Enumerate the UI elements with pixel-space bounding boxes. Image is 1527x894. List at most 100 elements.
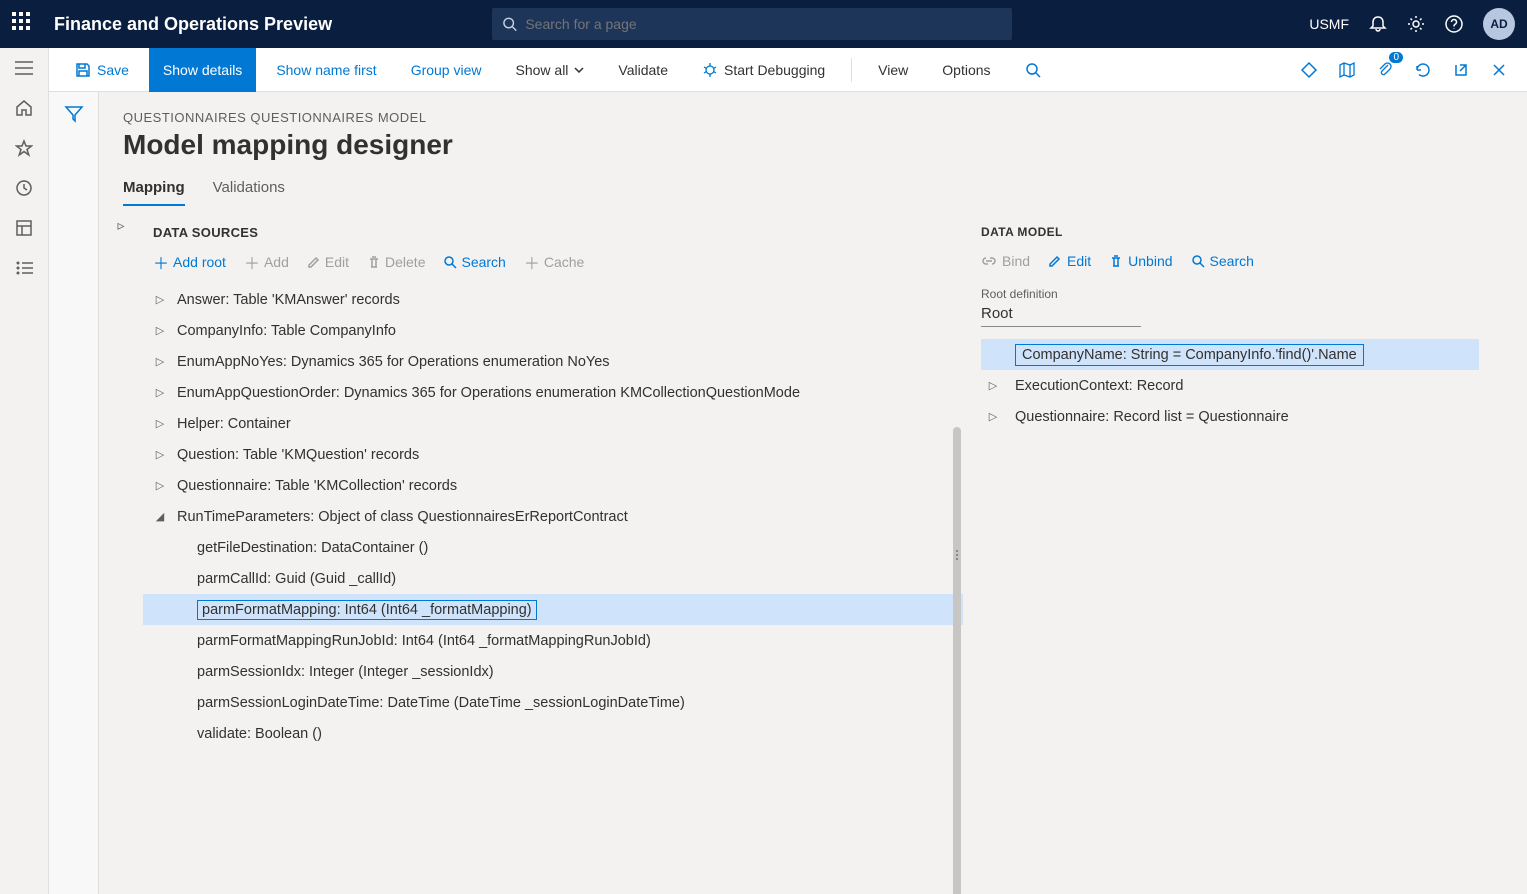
tree-node[interactable]: ▷EnumAppQuestionOrder: Dynamics 365 for …: [143, 377, 963, 408]
vertical-scrollbar[interactable]: [953, 427, 961, 894]
tree-node-label: Answer: Table 'KMAnswer' records: [177, 292, 400, 308]
settings-icon[interactable]: [1407, 15, 1425, 33]
tree-node-label: parmSessionIdx: Integer (Integer _sessio…: [197, 664, 494, 680]
refresh-icon[interactable]: [1407, 54, 1439, 86]
validate-button[interactable]: Validate: [604, 48, 682, 92]
validate-label: Validate: [618, 62, 668, 78]
recent-icon[interactable]: [14, 178, 34, 198]
show-details-button[interactable]: Show details: [149, 48, 256, 92]
tree-node-label: parmSessionLoginDateTime: DateTime (Date…: [197, 695, 685, 711]
expand-icon[interactable]: ▷: [153, 355, 167, 368]
tree-child-node[interactable]: parmFormatMappingRunJobId: Int64 (Int64 …: [143, 625, 963, 656]
global-search-input[interactable]: [525, 16, 1002, 32]
tree-node-label: CompanyInfo: Table CompanyInfo: [177, 323, 396, 339]
tree-node-label: Questionnaire: Record list = Questionnai…: [1015, 409, 1289, 425]
breadcrumb: QUESTIONNAIRES QUESTIONNAIRES MODEL: [123, 110, 1503, 125]
command-bar: Save Show details Show name first Group …: [49, 48, 1527, 92]
filter-strip: [49, 92, 99, 894]
expand-icon[interactable]: ▷: [153, 479, 167, 492]
tree-node[interactable]: ▷ Answer: Table 'KMAnswer' records: [143, 284, 963, 315]
expand-icon[interactable]: ▷: [981, 379, 1005, 392]
tree-node[interactable]: ▷ CompanyInfo: Table CompanyInfo: [143, 315, 963, 346]
tree-node-label: EnumAppNoYes: Dynamics 365 for Operation…: [177, 354, 610, 370]
add-root-button[interactable]: ＋Add root: [153, 250, 226, 274]
root-definition-value[interactable]: Root: [981, 301, 1141, 327]
help-icon[interactable]: [1445, 15, 1463, 33]
notifications-icon[interactable]: [1369, 15, 1387, 33]
user-avatar[interactable]: AD: [1483, 8, 1515, 40]
tree-node-label: ExecutionContext: Record: [1015, 378, 1183, 394]
dm-tree-node[interactable]: CompanyName: String = CompanyInfo.'find(…: [981, 339, 1479, 370]
show-name-first-button[interactable]: Show name first: [262, 48, 390, 92]
expand-icon[interactable]: ▷: [153, 386, 167, 399]
collapse-icon[interactable]: ◢: [153, 510, 167, 523]
root-definition-label: Root definition: [981, 287, 1479, 301]
favorites-icon[interactable]: [14, 138, 34, 158]
tree-child-node[interactable]: parmFormatMapping: Int64 (Int64 _formatM…: [143, 594, 963, 625]
search-dm-button[interactable]: Search: [1191, 253, 1254, 269]
splitter-handle[interactable]: [953, 547, 961, 563]
cmdbar-search-button[interactable]: [1011, 48, 1055, 92]
show-all-dropdown[interactable]: Show all: [502, 48, 599, 92]
tab-validations[interactable]: Validations: [213, 179, 285, 206]
modules-icon[interactable]: [14, 258, 34, 278]
company-code[interactable]: USMF: [1309, 16, 1349, 32]
add-button: ＋Add: [244, 250, 289, 274]
close-icon[interactable]: [1483, 54, 1515, 86]
group-view-label: Group view: [411, 62, 482, 78]
data-sources-title: DATA SOURCES: [153, 225, 963, 240]
expand-icon[interactable]: ▷: [153, 324, 167, 337]
cache-button: ＋Cache: [524, 250, 584, 274]
tree-node-label: parmFormatMapping: Int64 (Int64 _formatM…: [197, 600, 537, 620]
tree-child-node[interactable]: getFileDestination: DataContainer (): [143, 532, 963, 563]
edit-dm-button[interactable]: Edit: [1048, 253, 1091, 269]
tree-node-label: Helper: Container: [177, 416, 291, 432]
tree-node[interactable]: ▷ EnumAppNoYes: Dynamics 365 for Operatio…: [143, 346, 963, 377]
group-view-button[interactable]: Group view: [397, 48, 496, 92]
workspaces-icon[interactable]: [14, 218, 34, 238]
save-button[interactable]: Save: [61, 48, 143, 92]
tree-child-node[interactable]: validate: Boolean (): [143, 718, 963, 749]
show-details-label: Show details: [163, 62, 242, 78]
tree-child-node[interactable]: parmSessionLoginDateTime: DateTime (Date…: [143, 687, 963, 718]
tree-node-label: validate: Boolean (): [197, 726, 322, 742]
view-label: View: [878, 62, 908, 78]
tree-child-node[interactable]: parmCallId: Guid (Guid _callId): [143, 563, 963, 594]
hamburger-icon[interactable]: [14, 58, 34, 78]
options-menu[interactable]: Options: [928, 48, 1004, 92]
popout-icon[interactable]: [1445, 54, 1477, 86]
page-title: Model mapping designer: [123, 129, 1503, 161]
unbind-button[interactable]: Unbind: [1109, 253, 1172, 269]
filter-icon[interactable]: [64, 104, 84, 894]
search-ds-button[interactable]: Search: [443, 250, 505, 274]
save-icon: [75, 62, 91, 78]
tab-mapping[interactable]: Mapping: [123, 179, 185, 206]
tree-node-label: Questionnaire: Table 'KMCollection' reco…: [177, 478, 457, 494]
show-name-first-label: Show name first: [276, 62, 376, 78]
tree-node-label: Question: Table 'KMQuestion' records: [177, 447, 419, 463]
expand-icon[interactable]: ▷: [153, 417, 167, 430]
er-icon[interactable]: [1293, 54, 1325, 86]
dm-tree-node[interactable]: ▷ Questionnaire: Record list = Questionna…: [981, 401, 1479, 432]
expand-icon[interactable]: ▷: [981, 410, 1005, 423]
start-debugging-button[interactable]: Start Debugging: [688, 48, 839, 92]
search-icon: [502, 16, 517, 32]
bind-button: Bind: [981, 253, 1030, 269]
tree-node-runtime[interactable]: ◢RunTimeParameters: Object of class Ques…: [143, 501, 963, 532]
attachments-icon[interactable]: [1369, 54, 1401, 86]
tree-node-label: parmCallId: Guid (Guid _callId): [197, 571, 396, 587]
expand-icon[interactable]: ▷: [153, 293, 167, 306]
collapse-ds-icon[interactable]: ▹: [111, 215, 131, 235]
tree-node[interactable]: ▷ Question: Table 'KMQuestion' records: [143, 439, 963, 470]
tree-node[interactable]: ▷ Questionnaire: Table 'KMCollection' rec…: [143, 470, 963, 501]
app-launcher-icon[interactable]: [12, 12, 36, 36]
tree-child-node[interactable]: parmSessionIdx: Integer (Integer _sessio…: [143, 656, 963, 687]
app-title: Finance and Operations Preview: [54, 14, 332, 35]
map-icon[interactable]: [1331, 54, 1363, 86]
tree-node[interactable]: ▷ Helper: Container: [143, 408, 963, 439]
view-menu[interactable]: View: [864, 48, 922, 92]
expand-icon[interactable]: ▷: [153, 448, 167, 461]
global-search[interactable]: [492, 8, 1012, 40]
dm-tree-node[interactable]: ▷ ExecutionContext: Record: [981, 370, 1479, 401]
home-icon[interactable]: [14, 98, 34, 118]
